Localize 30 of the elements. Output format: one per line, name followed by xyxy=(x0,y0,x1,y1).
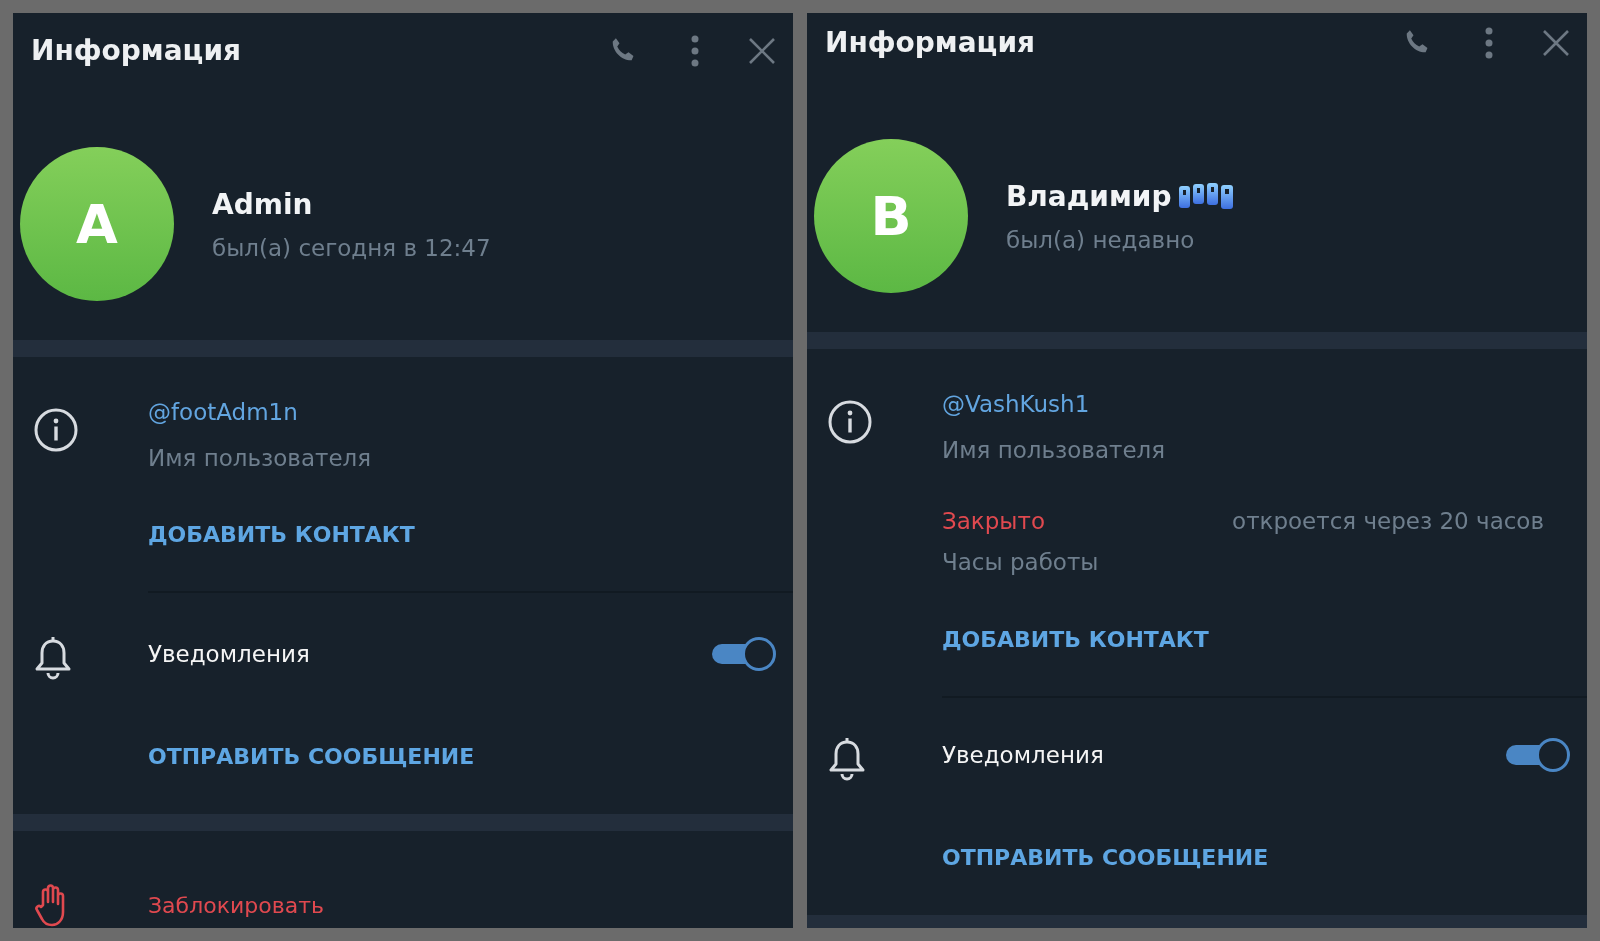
notifications-label: Уведомления xyxy=(942,742,1105,768)
panel-title: Информация xyxy=(31,34,242,67)
last-seen-status: был(а) недавно xyxy=(1006,226,1196,253)
info-icon xyxy=(33,407,79,453)
bell-icon xyxy=(33,637,73,681)
avatar: В xyxy=(814,139,968,293)
username-text: @footAdm1n xyxy=(148,399,299,425)
close-icon[interactable] xyxy=(1542,28,1570,57)
close-icon[interactable] xyxy=(748,36,776,65)
panel-title: Информация xyxy=(825,26,1036,59)
username-text: @VashKush1 xyxy=(942,391,1091,417)
block-user-link[interactable]: Заблокировать xyxy=(148,893,324,919)
send-message-link[interactable]: ОТПРАВИТЬ СООБЩЕНИЕ xyxy=(148,744,475,770)
user-name: Admin xyxy=(212,187,313,221)
notifications-toggle[interactable] xyxy=(1506,738,1570,772)
notifications-label: Уведомления xyxy=(148,641,311,667)
send-message-link[interactable]: ОТПРАВИТЬ СООБЩЕНИЕ xyxy=(942,845,1269,871)
closed-status: Закрыто xyxy=(942,508,1045,534)
last-seen-status: был(а) сегодня в 12:47 xyxy=(212,234,491,261)
hours-caption: Часы работы xyxy=(942,549,1100,575)
notifications-toggle[interactable] xyxy=(712,637,776,671)
add-contact-link[interactable]: ДОБАВИТЬ КОНТАКТ xyxy=(942,627,1209,653)
username-caption: Имя пользователя xyxy=(148,445,373,471)
user-name: Владимир xyxy=(1006,179,1172,213)
avatar: A xyxy=(20,147,174,301)
add-contact-link[interactable]: ДОБАВИТЬ КОНТАКТ xyxy=(148,522,415,548)
username-caption: Имя пользователя xyxy=(942,437,1167,463)
info-icon xyxy=(827,399,873,445)
bell-icon xyxy=(827,738,867,782)
opening-time-note: откроется через 20 часов xyxy=(1232,508,1544,534)
